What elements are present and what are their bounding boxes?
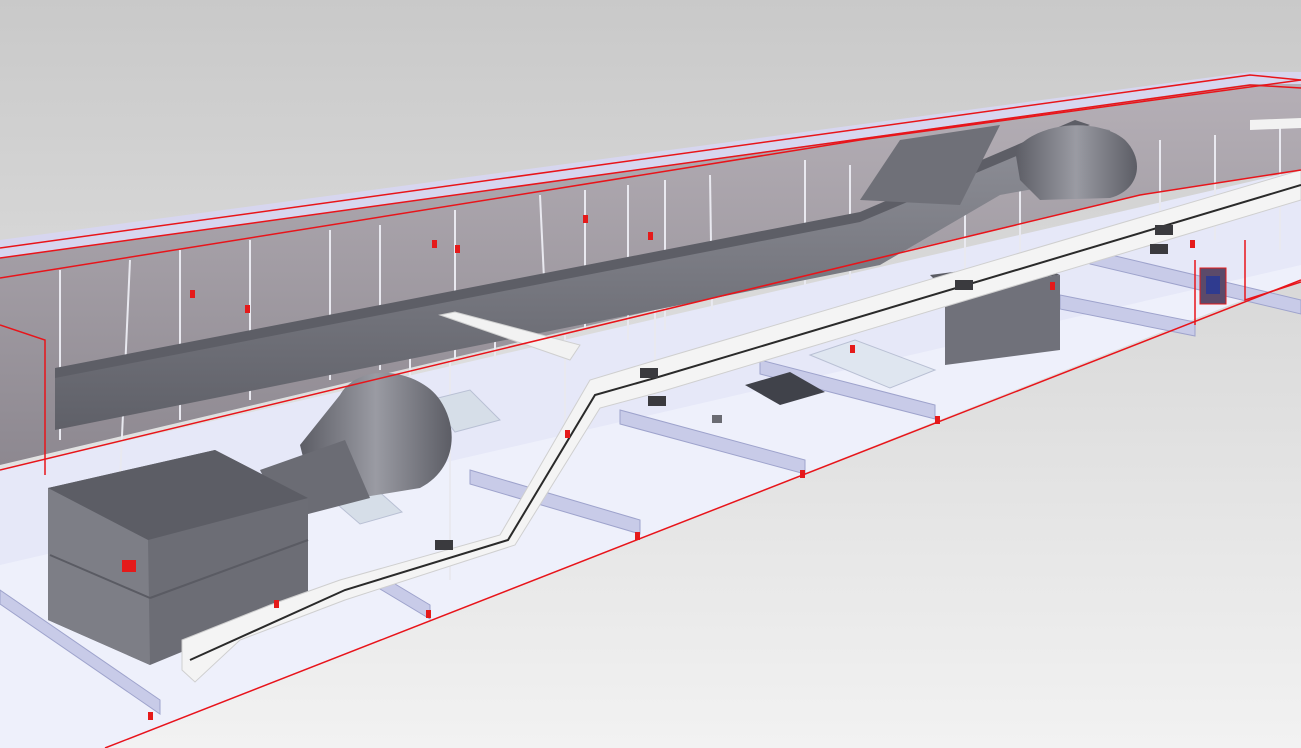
tray-clamp [435,540,453,550]
bim-model-scene[interactable] [0,0,1301,748]
red-marker [148,712,153,720]
tray-clamp [640,368,658,378]
red-marker [850,345,855,353]
red-marker [274,600,279,608]
red-marker [1050,282,1055,290]
tray-clamp [955,280,973,290]
red-marker [648,232,653,240]
red-marker [245,305,250,313]
tray-clamp [648,396,666,406]
red-marker [426,610,431,618]
3d-viewport[interactable] [0,0,1301,748]
red-marker [455,245,460,253]
red-marker [432,240,437,248]
red-marker [190,290,195,298]
red-marker [1190,240,1195,248]
wall-panel-device [1199,267,1227,305]
tray-clamp [1150,244,1168,254]
red-marker [583,215,588,223]
red-marker [565,430,570,438]
tray-clamp [1155,225,1173,235]
